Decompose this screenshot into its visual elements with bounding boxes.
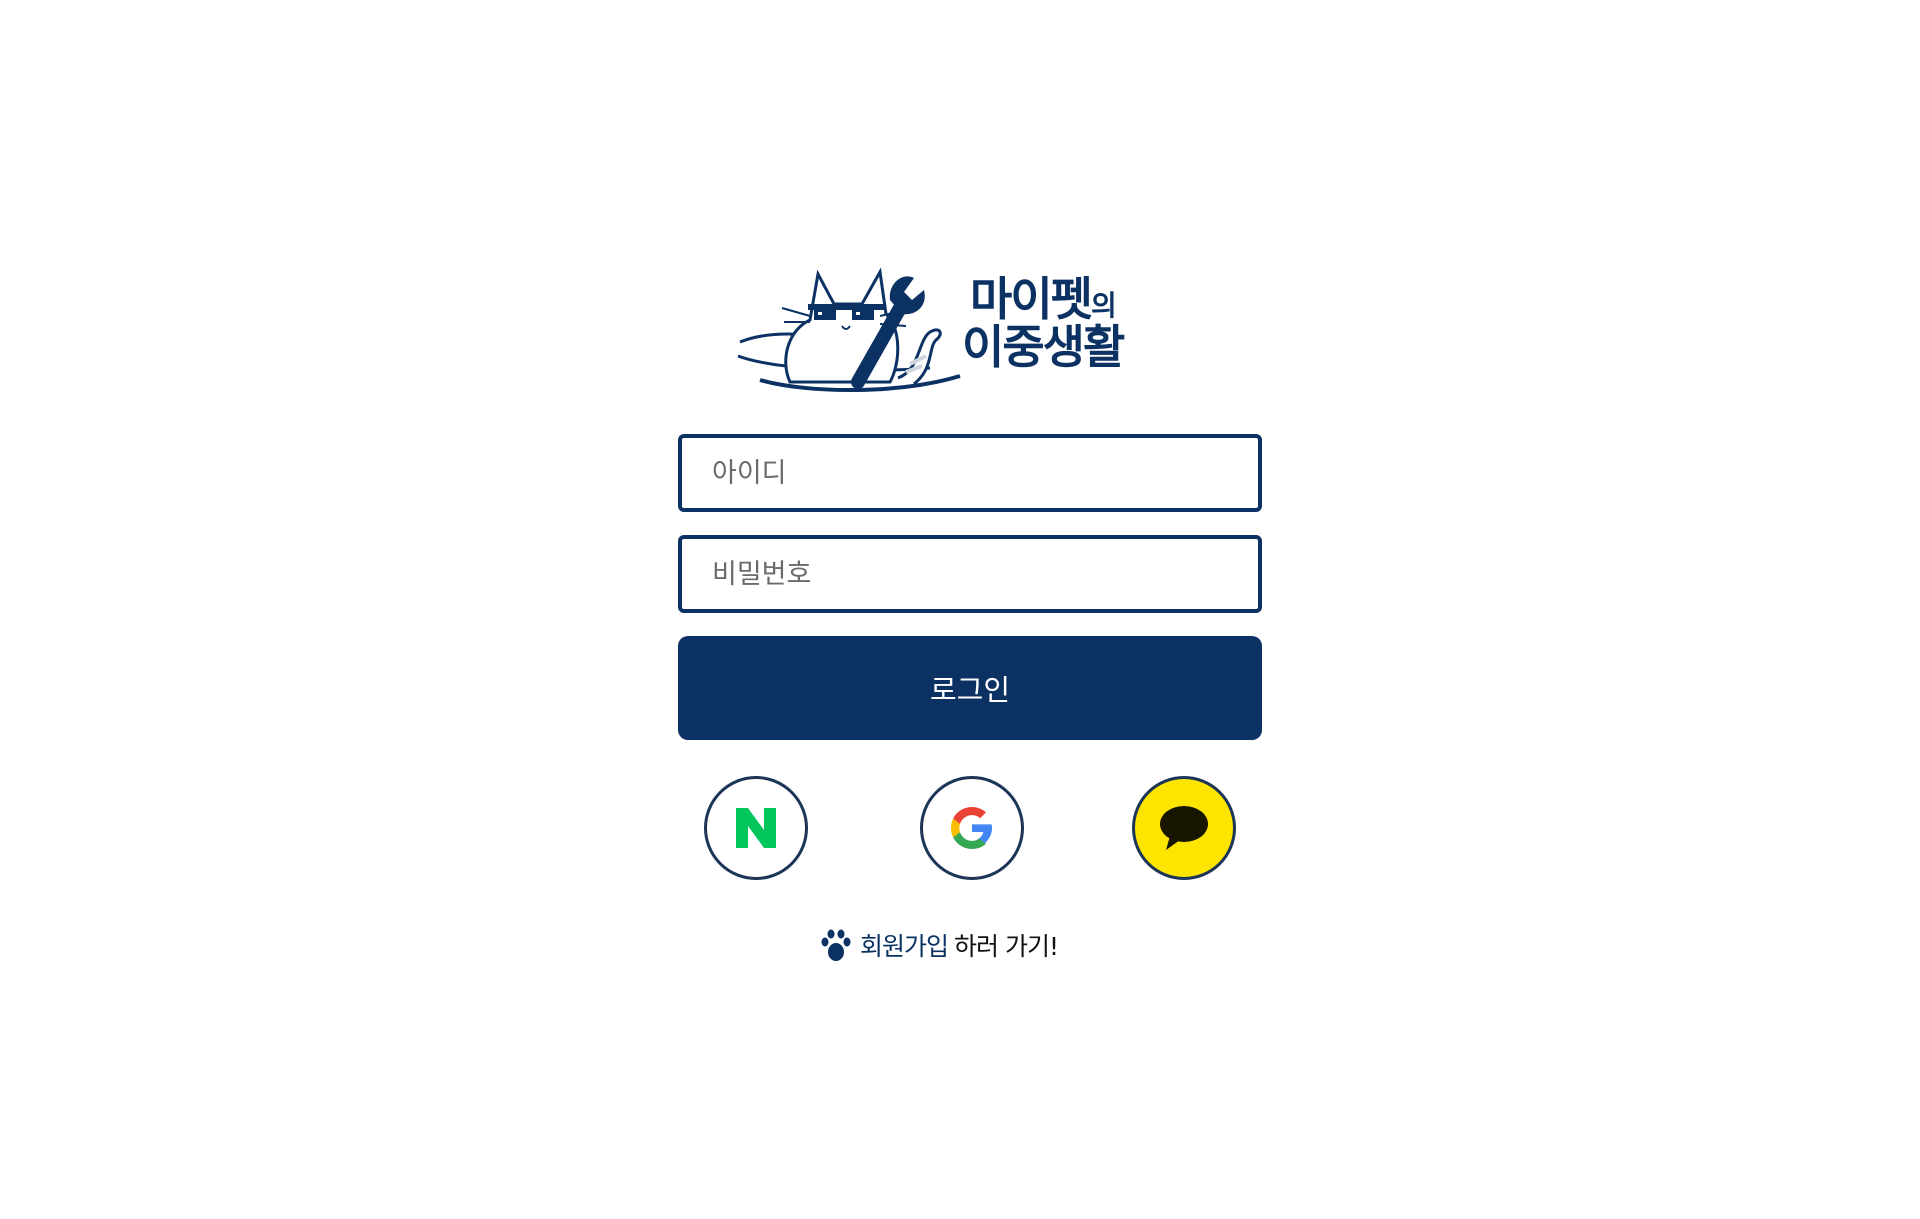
login-button[interactable]: 로그인	[678, 636, 1262, 740]
cat-mascot-icon	[737, 267, 961, 393]
logo-subtitle: 이중생활	[962, 320, 1125, 374]
paw-icon	[820, 928, 852, 962]
logo-title-main: 마이펫	[970, 272, 1093, 326]
google-g-icon	[951, 807, 992, 849]
kakao-login-button[interactable]	[1132, 776, 1236, 880]
signup-link[interactable]: 회원가입	[860, 927, 949, 963]
signup-prompt: 회원가입 하러 가기!	[820, 920, 1059, 970]
google-login-button[interactable]	[920, 776, 1024, 880]
naver-login-button[interactable]	[704, 776, 808, 880]
logo-wordmark: 마이펫의 이중생활	[962, 276, 1125, 370]
id-field[interactable]	[678, 434, 1262, 512]
password-field[interactable]	[678, 535, 1262, 613]
login-page: 마이펫의 이중생활 로그인	[0, 0, 1920, 1219]
signup-suffix-text: 하러 가기!	[954, 932, 1059, 961]
naver-n-icon	[736, 808, 776, 848]
brand-logo: 마이펫의 이중생활	[730, 260, 1150, 395]
password-input[interactable]	[682, 539, 1258, 609]
id-input[interactable]	[682, 438, 1258, 508]
kakao-speech-bubble-icon	[1160, 806, 1208, 850]
logo-title-particle: 의	[1090, 289, 1117, 322]
